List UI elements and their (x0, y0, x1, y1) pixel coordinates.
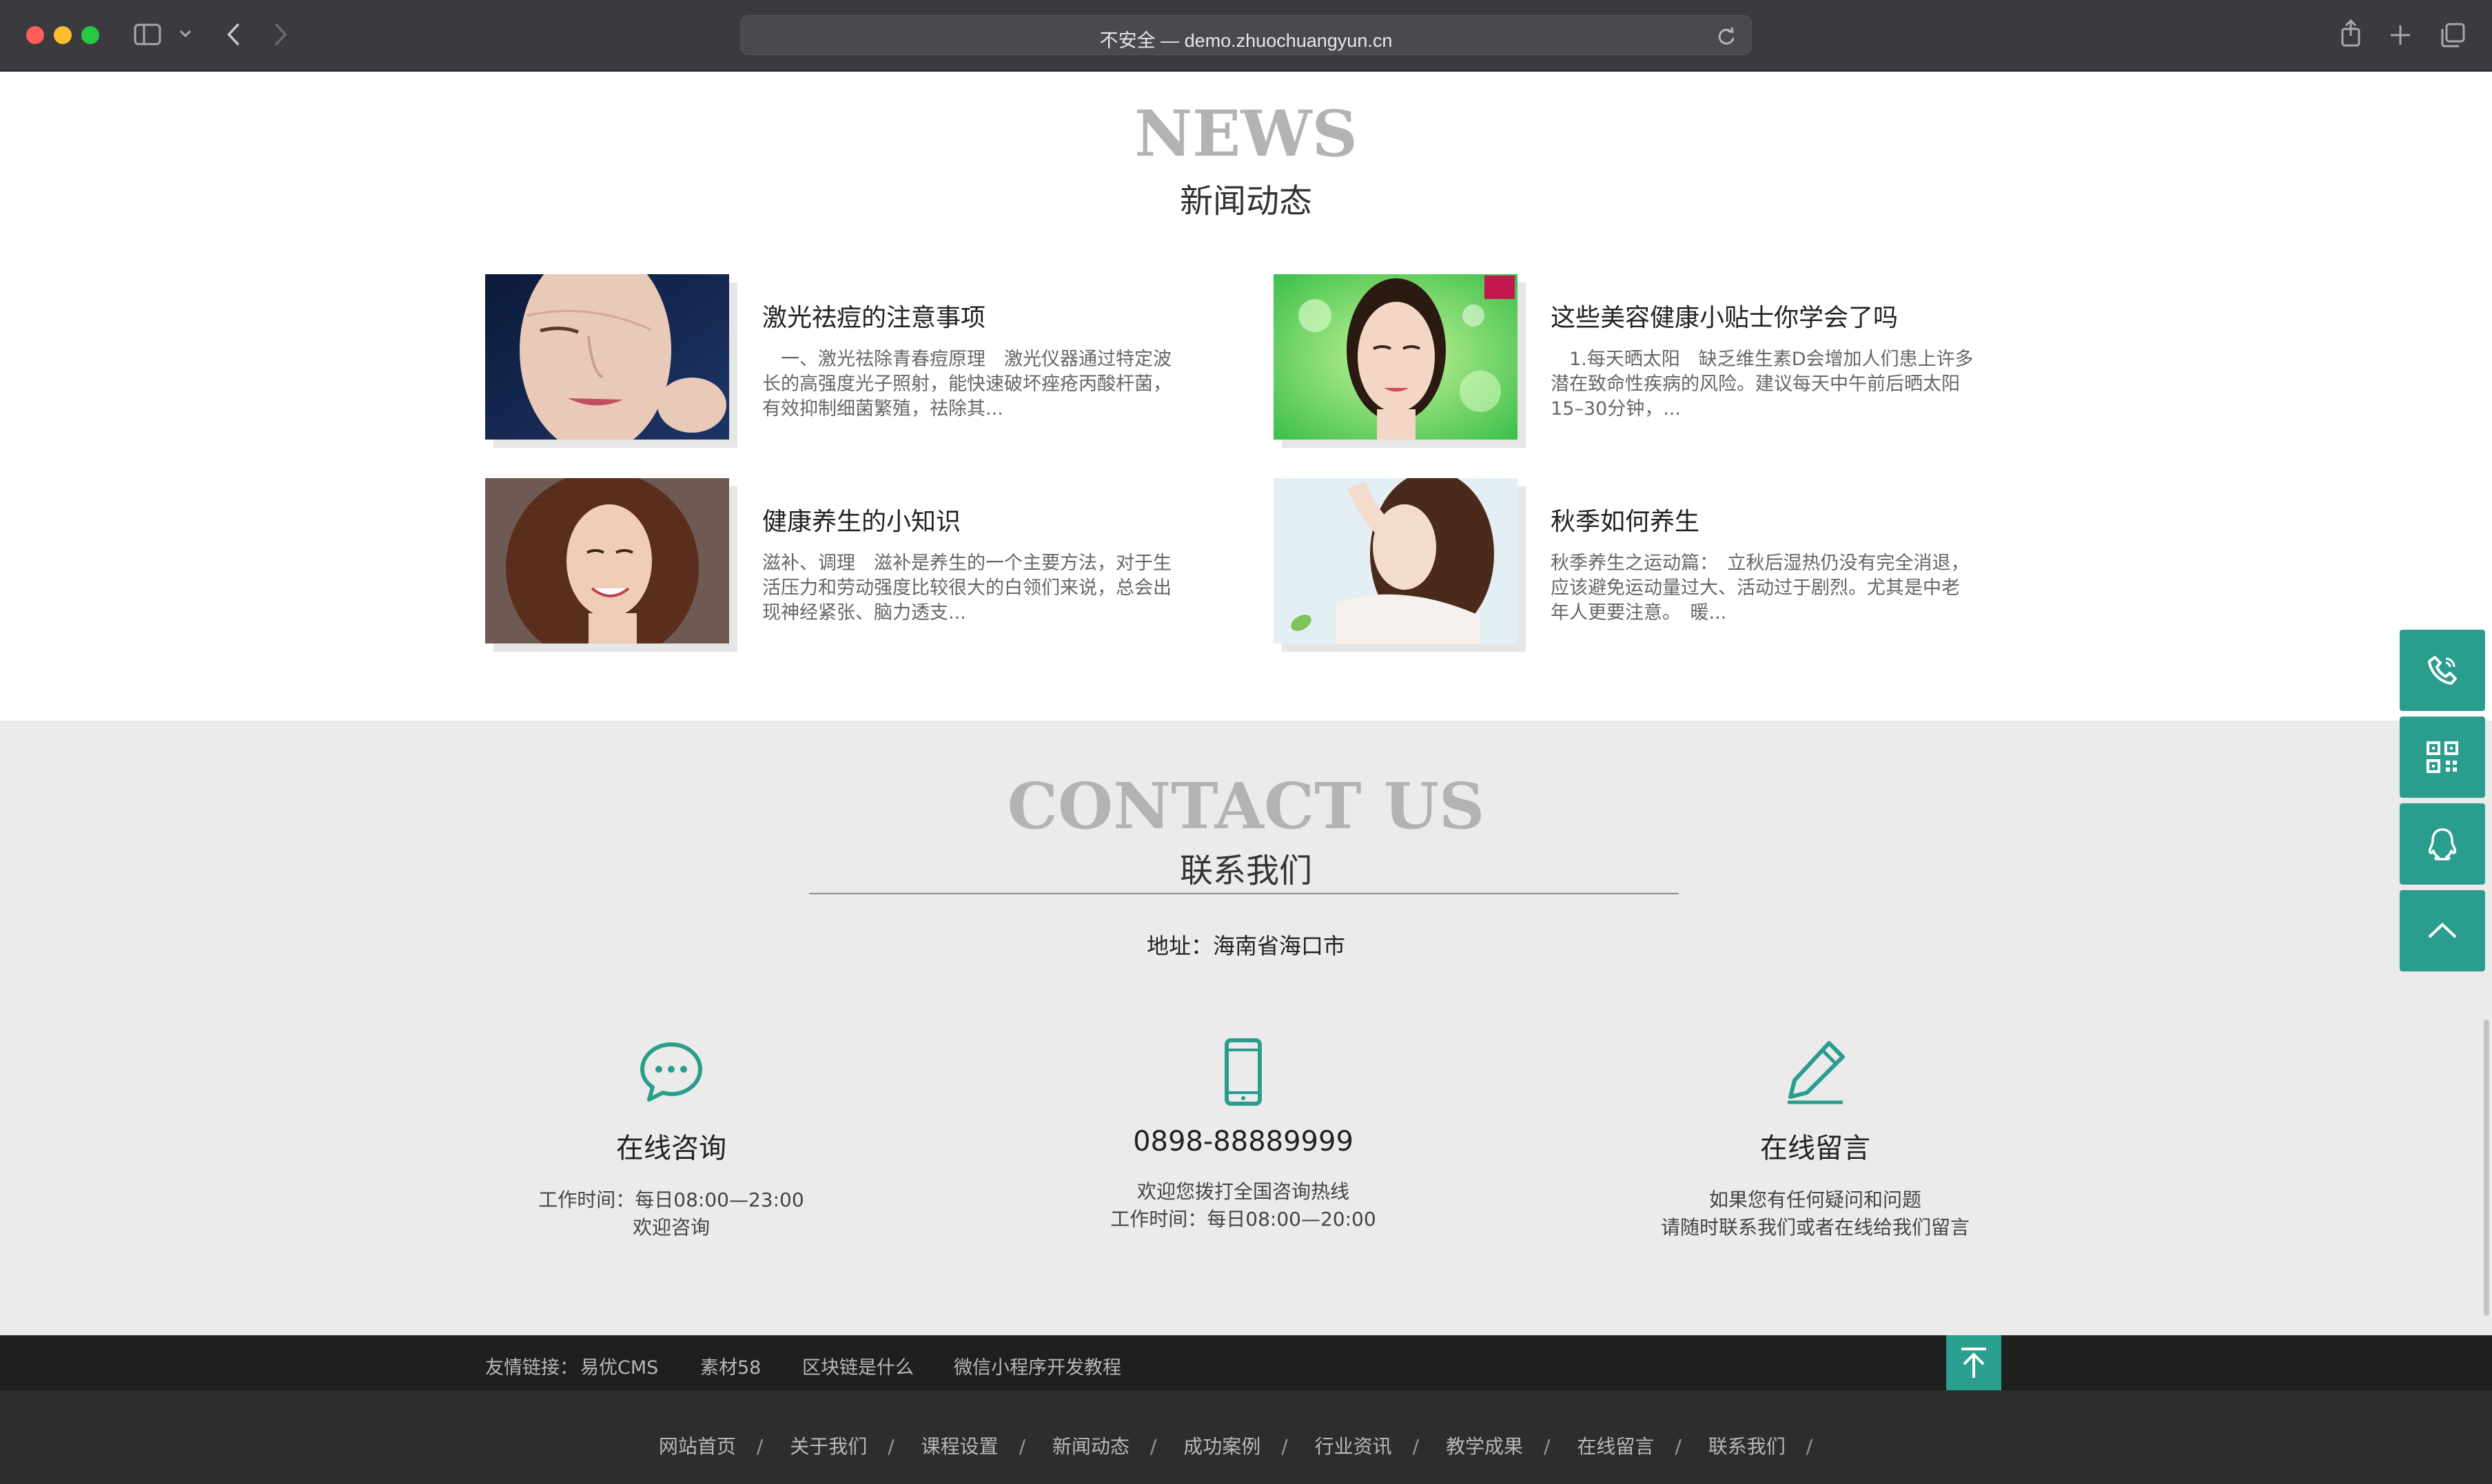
news-summary: 一、激光祛除青春痘原理 激光仪器通过特定波长的高强度光子照射，能快速破坏痤疮丙酸… (762, 349, 1172, 420)
contact-address: 地址：海南省海口市 (1146, 933, 1345, 959)
share-icon[interactable] (2339, 18, 2362, 48)
friend-link[interactable]: 易优CMS (580, 1352, 658, 1379)
contact-message: 在线留言 如果您有任何疑问和问题 请随时联系我们或者在线给我们留言 (1505, 1038, 2125, 1241)
divider (809, 893, 1679, 894)
news-thumbnail[interactable] (1274, 478, 1518, 643)
contact-column-title: 在线咨询 (616, 1133, 726, 1164)
close-window-button[interactable] (26, 26, 44, 44)
news-summary: 1.每天晒太阳 缺乏维生素D会增加人们患上许多潜在致命性疾病的风险。建议每天中午… (1551, 349, 1974, 420)
url-text: 不安全 — demo.zhuochuangyun.cn (1099, 30, 1393, 51)
news-title[interactable]: 健康养生的小知识 (762, 502, 961, 537)
back-icon[interactable] (226, 22, 241, 47)
qr-code-icon (2427, 741, 2458, 773)
news-item[interactable]: 健康养生的小知识 滋补、调理 滋补是养生的一个主要方法，对于生活压力和劳动强度比… (485, 478, 1243, 650)
friend-links-bar: 友情链接： 易优CMS 素材58 区块链是什么 微信小程序开发教程 (0, 1335, 2492, 1390)
new-tab-icon[interactable] (2389, 23, 2412, 47)
browser-toolbar: 不安全 — demo.zhuochuangyun.cn (0, 0, 2492, 72)
contact-column-line: 工作时间：每日08:00—20:00 (1110, 1208, 1376, 1230)
pencil-icon[interactable] (1781, 1038, 1850, 1106)
news-title-cn: 新闻动态 (1179, 182, 1312, 220)
qq-penguin-icon (2428, 828, 2457, 860)
reload-icon[interactable] (1717, 27, 1736, 46)
contact-column-title: 在线留言 (1760, 1133, 1870, 1164)
news-title[interactable]: 秋季如何养生 (1551, 502, 1699, 537)
contact-title-cn: 联系我们 (1179, 852, 1312, 890)
contact-column-line: 如果您有任何疑问和问题 (1708, 1188, 1921, 1211)
back-to-top-button[interactable] (1946, 1335, 2001, 1390)
mobile-phone-icon (1225, 1038, 1262, 1106)
side-qq-button[interactable] (2400, 803, 2485, 885)
address-bar[interactable]: 不安全 — demo.zhuochuangyun.cn (740, 15, 1752, 55)
hotline-number[interactable]: 0898-88889999 (933, 1126, 1553, 1157)
sidebar-toggle-icon[interactable] (134, 23, 161, 45)
friend-link[interactable]: 素材58 (700, 1352, 761, 1379)
footer-nav-news[interactable]: 新闻动态 (1052, 1435, 1130, 1458)
phone-icon (2428, 656, 2457, 685)
footer-nav-home[interactable]: 网站首页 (659, 1435, 736, 1458)
side-qrcode-button[interactable] (2400, 717, 2485, 798)
forward-icon[interactable] (273, 22, 288, 47)
news-item[interactable]: 激光祛痘的注意事项 一、激光祛除青春痘原理 激光仪器通过特定波长的高强度光子照射… (485, 274, 1243, 446)
friend-links-label: 友情链接： (485, 1357, 578, 1379)
contact-column-line: 欢迎您拨打全国咨询热线 (1136, 1180, 1349, 1203)
news-thumbnail[interactable] (485, 478, 729, 643)
footer-navigation: 网站首页 / 关于我们 / 课程设置 / 新闻动态 / 成功案例 / 行业资讯 / 教学成果… (0, 1390, 2492, 1484)
contact-title-en: CONTACT US (1007, 769, 1485, 843)
news-item[interactable]: 秋季如何养生 秋季养生之运动篇： 立秋后湿热仍没有完全消退，应该避免运动量过大、… (1274, 478, 2032, 650)
footer-nav-courses[interactable]: 课程设置 (921, 1435, 999, 1458)
chevron-up-icon (2428, 923, 2457, 938)
news-title[interactable]: 这些美容健康小贴士你学会了吗 (1551, 298, 1898, 333)
contact-column-line: 工作时间：每日08:00—23:00 (538, 1188, 804, 1211)
news-summary: 秋季养生之运动篇： 立秋后湿热仍没有完全消退，应该避免运动量过大、活动过于剧烈。… (1551, 553, 1970, 624)
chevron-down-icon[interactable] (179, 29, 192, 39)
footer-nav-contact[interactable]: 联系我们 (1708, 1435, 1786, 1458)
footer-nav-message[interactable]: 在线留言 (1577, 1435, 1654, 1458)
side-phone-button[interactable] (2400, 630, 2485, 711)
contact-column-line: 欢迎咨询 (632, 1216, 710, 1239)
footer-nav-about[interactable]: 关于我们 (790, 1435, 867, 1458)
footer-nav-cases[interactable]: 成功案例 (1183, 1435, 1260, 1458)
footer-nav-results[interactable]: 教学成果 (1446, 1435, 1523, 1458)
minimize-window-button[interactable] (54, 26, 72, 44)
news-item[interactable]: 这些美容健康小贴士你学会了吗 1.每天晒太阳 缺乏维生素D会增加人们患上许多潜在… (1274, 274, 2032, 446)
friend-link[interactable]: 区块链是什么 (802, 1352, 914, 1379)
news-thumbnail[interactable] (485, 274, 729, 440)
side-scroll-top-button[interactable] (2400, 890, 2485, 971)
zoom-window-button[interactable] (81, 26, 99, 44)
contact-column-line: 请随时联系我们或者在线给我们留言 (1660, 1216, 1970, 1239)
contact-section: CONTACT US 联系我们 地址：海南省海口市 在线咨询 工作时间：每日08… (0, 721, 2492, 1335)
news-thumbnail[interactable] (1274, 274, 1518, 440)
tab-overview-icon[interactable] (2440, 22, 2466, 48)
contact-online-consult: 在线咨询 工作时间：每日08:00—23:00 欢迎咨询 (361, 1038, 981, 1241)
news-title[interactable]: 激光祛痘的注意事项 (762, 298, 985, 333)
news-title-en: NEWS (1134, 96, 1358, 171)
news-summary: 滋补、调理 滋补是养生的一个主要方法，对于生活压力和劳动强度比较很大的白领们来说… (762, 553, 1172, 624)
footer-nav-industry[interactable]: 行业资讯 (1315, 1435, 1392, 1458)
arrow-up-to-top-icon (1961, 1348, 1986, 1378)
friend-link[interactable]: 微信小程序开发教程 (954, 1352, 1121, 1379)
chat-bubble-icon[interactable] (637, 1038, 706, 1106)
page-scrollbar[interactable] (2484, 1020, 2489, 1316)
contact-hotline: 0898-88889999 欢迎您拨打全国咨询热线 工作时间：每日08:00—2… (933, 1038, 1553, 1233)
